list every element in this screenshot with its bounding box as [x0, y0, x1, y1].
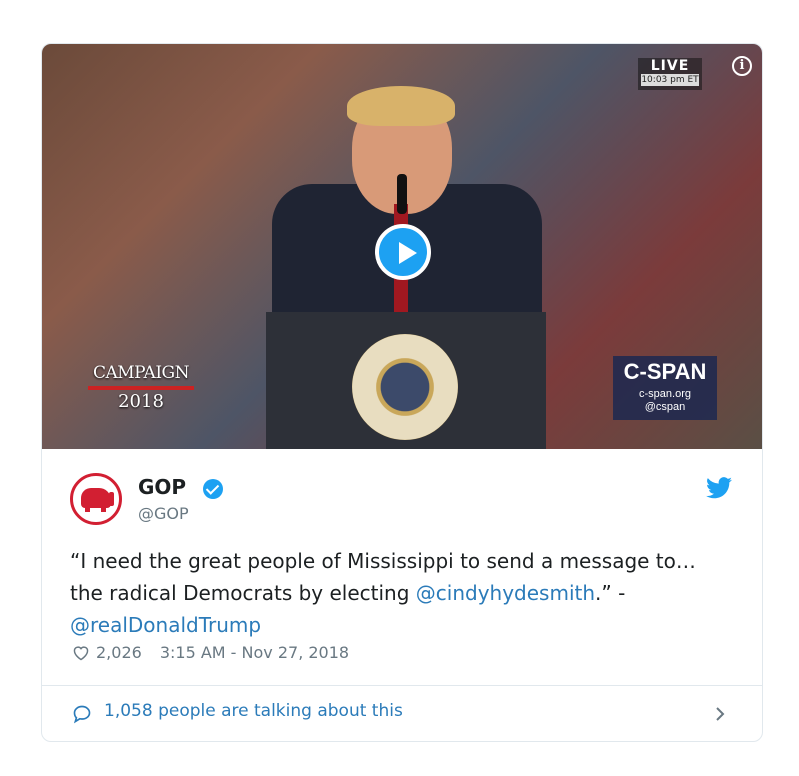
tweet-text: “I need the great people of Mississippi … — [70, 545, 730, 641]
speaker-hair — [347, 86, 455, 126]
timestamp[interactable]: 3:15 AM - Nov 27, 2018 — [160, 643, 349, 662]
video-player[interactable]: LIVE 10:03 pm ET i CAMPAIGN 2018 C-SPAN … — [42, 44, 762, 449]
avatar[interactable] — [70, 473, 122, 525]
network-url: c-span.org — [639, 388, 691, 400]
info-icon[interactable]: i — [732, 56, 752, 76]
elephant-leg — [85, 506, 90, 512]
network-name: C-SPAN — [623, 359, 707, 384]
heart-icon[interactable] — [72, 645, 90, 661]
campaign-year: 2018 — [118, 391, 164, 412]
twitter-bird-icon[interactable] — [706, 477, 732, 499]
play-icon[interactable] — [375, 224, 431, 280]
live-time: 10:03 pm ET — [641, 74, 699, 86]
like-count[interactable]: 2,026 — [96, 643, 142, 662]
display-name[interactable]: GOP — [138, 475, 186, 499]
microphone — [397, 174, 407, 214]
conversation-link[interactable]: 1,058 people are talking about this — [42, 686, 762, 741]
tweet-meta: 2,026 3:15 AM - Nov 27, 2018 — [72, 643, 349, 662]
speech-bubble-icon — [73, 705, 91, 724]
live-badge: LIVE 10:03 pm ET — [638, 58, 702, 90]
live-label: LIVE — [650, 58, 690, 74]
talking-label: 1,058 people are talking about this — [104, 701, 403, 721]
campaign-stripe — [88, 386, 194, 390]
tweet-body: GOP @GOP “I need the great people of Mis… — [42, 449, 762, 685]
tweet-text-part: .” - — [595, 581, 626, 605]
mention-link[interactable]: @realDonaldTrump — [70, 613, 261, 637]
campaign-label: CAMPAIGN — [92, 363, 190, 383]
elephant-trunk — [109, 492, 114, 506]
embedded-tweet-card: LIVE 10:03 pm ET i CAMPAIGN 2018 C-SPAN … — [41, 43, 763, 742]
user-handle[interactable]: @GOP — [138, 504, 189, 523]
verified-badge-icon — [203, 479, 223, 499]
presidential-seal — [352, 334, 458, 440]
elephant-leg — [101, 506, 106, 512]
chevron-right-icon — [716, 707, 725, 721]
campaign-2018-overlay: CAMPAIGN 2018 — [82, 362, 200, 420]
network-handle: @cspan — [644, 401, 686, 413]
gop-elephant-icon — [81, 488, 111, 508]
mention-link[interactable]: @cindyhydesmith — [416, 581, 595, 605]
cspan-logo: C-SPAN c-span.org @cspan — [613, 356, 717, 420]
